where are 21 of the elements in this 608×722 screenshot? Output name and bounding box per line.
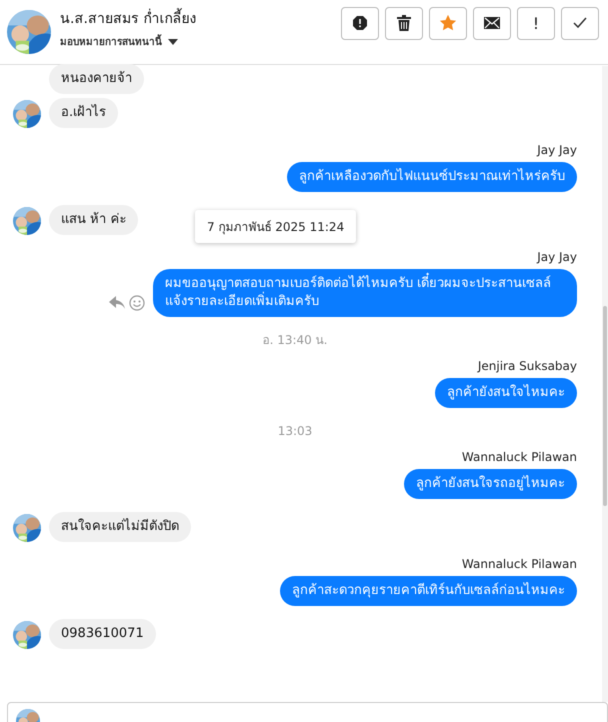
message-bubble: สนใจคะแต่ไม่มีตังปิด (49, 512, 191, 542)
sender-name: Jenjira Suksabay (478, 359, 577, 373)
message-bubble: ลูกค้าสะดวกคุยรายคาตีเทิร์นกับเซลล์ก่อนไหมคะ (280, 576, 577, 606)
message-bubble: ลูกค้ายังสนใจรถอยู่ไหมคะ (404, 469, 577, 499)
exclamation-button[interactable]: ! (517, 6, 555, 40)
date-tooltip: 7 กุมภาพันธ์ 2025 11:24 (195, 210, 356, 243)
message-bubble: ลูกค้าเหลืองวดกับไฟแนนซ์ประมาณเท่าไหร่ครับ (287, 162, 577, 192)
timestamp: 13:03 (278, 424, 312, 438)
sender-name: Wannaluck Pilawan (462, 557, 577, 571)
sender-name: Jay Jay (537, 250, 577, 264)
assign-dropdown[interactable]: มอบหมายการสนทนานี้ (60, 34, 178, 49)
message-bubble: ผมขออนุญาตสอบถามเบอร์ติดต่อได้ไหมครับ เดี๋ยวผมจะประสานเซลล์แจ้งรายละเอียดเพิ่มเติมครับ (153, 269, 577, 317)
timestamp: อ. 13:40 น. (262, 333, 328, 347)
message-bubble: ลูกค้ายังสนใจไหมคะ (435, 378, 577, 408)
message-bubble: หนองคายจ้า (49, 64, 144, 94)
message-bubble: แสน ห้า ค่ะ (49, 205, 138, 235)
sender-name: Wannaluck Pilawan (462, 450, 577, 464)
sender-name: Jay Jay (537, 143, 577, 157)
contact-name: น.ส.สายสมร ก่ำเกลี้ยง (60, 7, 341, 29)
message-bubble: อ.เฝ้าไร (49, 98, 118, 128)
message-bubble: 0983610071 (49, 619, 156, 649)
